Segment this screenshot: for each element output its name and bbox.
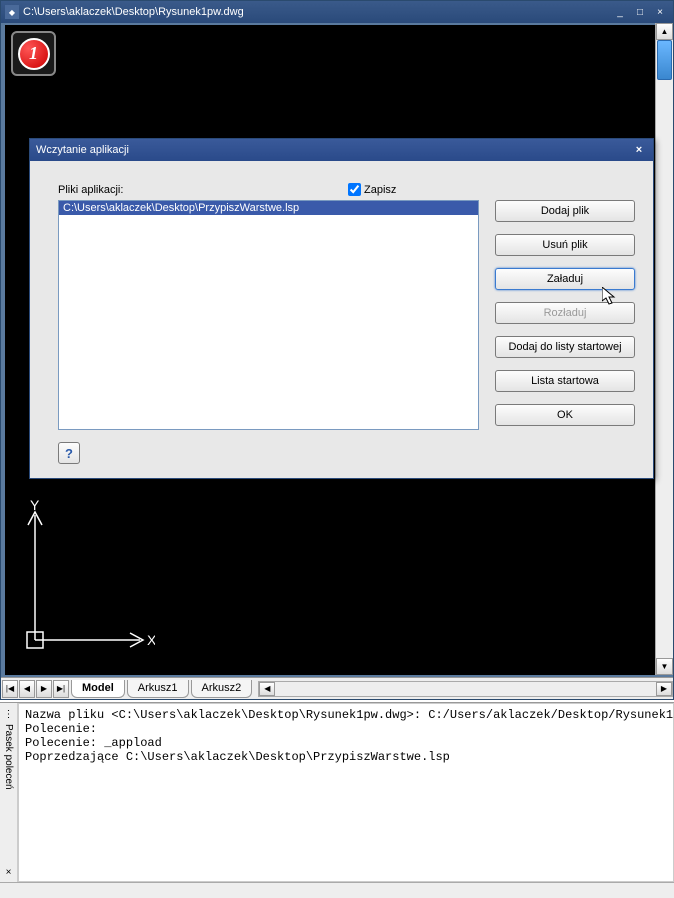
window-title: C:\Users\aklaczek\Desktop\Rysunek1pw.dwg — [23, 6, 609, 18]
add-startup-button[interactable]: Dodaj do listy startowej — [495, 336, 635, 358]
hscroll-left-icon[interactable]: ◀ — [259, 682, 275, 696]
ucs-icon: Y X — [25, 500, 155, 660]
dialog-close-button[interactable]: × — [631, 143, 647, 157]
tab-nav-prev[interactable]: ◀ — [19, 680, 35, 698]
files-label: Pliki aplikacji: — [58, 184, 348, 196]
load-button[interactable]: Załaduj — [495, 268, 635, 290]
save-checkbox-label: Zapisz — [364, 184, 396, 196]
minimize-button[interactable]: _ — [611, 5, 629, 19]
main-window: ◆ C:\Users\aklaczek\Desktop\Rysunek1pw.d… — [0, 0, 674, 700]
scroll-down-icon[interactable]: ▼ — [656, 658, 673, 675]
status-bar — [0, 882, 674, 898]
step-badge: 1 — [11, 31, 56, 76]
appload-dialog: Wczytanie aplikacji × Pliki aplikacji: Z… — [29, 138, 654, 479]
scroll-up-icon[interactable]: ▲ — [656, 23, 673, 40]
command-panel-label: Pasek poleceń — [3, 724, 14, 790]
main-titlebar[interactable]: ◆ C:\Users\aklaczek\Desktop\Rysunek1pw.d… — [1, 1, 673, 23]
add-file-button[interactable]: Dodaj plik — [495, 200, 635, 222]
layout-tabbar: |◀ ◀ ▶ ▶| Model Arkusz1 Arkusz2 ◀ ▶ — [1, 677, 673, 699]
app-icon: ◆ — [5, 5, 19, 19]
save-checkbox[interactable]: Zapisz — [348, 183, 396, 196]
remove-file-button[interactable]: Usuń plik — [495, 234, 635, 256]
dialog-button-column: Dodaj plik Usuń plik Załaduj Rozładuj Do… — [495, 200, 635, 430]
tab-arkusz1[interactable]: Arkusz1 — [127, 680, 189, 698]
list-item[interactable]: C:\Users\aklaczek\Desktop\PrzypiszWarstw… — [59, 201, 478, 215]
dialog-body: Pliki aplikacji: Zapisz C:\Users\aklacze… — [30, 161, 653, 478]
tab-nav-next[interactable]: ▶ — [36, 680, 52, 698]
horizontal-scrollbar[interactable]: ◀ ▶ — [258, 681, 673, 697]
close-button[interactable]: × — [651, 5, 669, 19]
maximize-button[interactable]: □ — [631, 5, 649, 19]
tab-arkusz2[interactable]: Arkusz2 — [191, 680, 253, 698]
unload-button: Rozładuj — [495, 302, 635, 324]
save-checkbox-input[interactable] — [348, 183, 361, 196]
command-text[interactable]: Nazwa pliku <C:\Users\aklaczek\Desktop\R… — [18, 703, 674, 882]
step-badge-number: 1 — [18, 38, 50, 70]
vertical-scrollbar[interactable]: ▲ ▼ — [655, 23, 673, 675]
tab-nav-last[interactable]: ▶| — [53, 680, 69, 698]
dialog-titlebar[interactable]: Wczytanie aplikacji × — [30, 139, 653, 161]
files-listbox[interactable]: C:\Users\aklaczek\Desktop\PrzypiszWarstw… — [58, 200, 479, 430]
ok-button[interactable]: OK — [495, 404, 635, 426]
command-panel-sidebar[interactable]: ⋮ Pasek poleceń × — [0, 703, 18, 882]
startup-list-button[interactable]: Lista startowa — [495, 370, 635, 392]
svg-text:Y: Y — [30, 500, 40, 513]
svg-text:X: X — [147, 632, 155, 648]
grip-icon[interactable]: ⋮ — [4, 709, 14, 720]
tab-nav-first[interactable]: |◀ — [2, 680, 18, 698]
hscroll-right-icon[interactable]: ▶ — [656, 682, 672, 696]
command-panel: ⋮ Pasek poleceń × Nazwa pliku <C:\Users\… — [0, 702, 674, 882]
help-button[interactable]: ? — [58, 442, 80, 464]
command-panel-close[interactable]: × — [6, 867, 12, 878]
dialog-title: Wczytanie aplikacji — [36, 144, 631, 156]
tab-model[interactable]: Model — [71, 680, 125, 698]
scroll-thumb[interactable] — [657, 40, 672, 80]
